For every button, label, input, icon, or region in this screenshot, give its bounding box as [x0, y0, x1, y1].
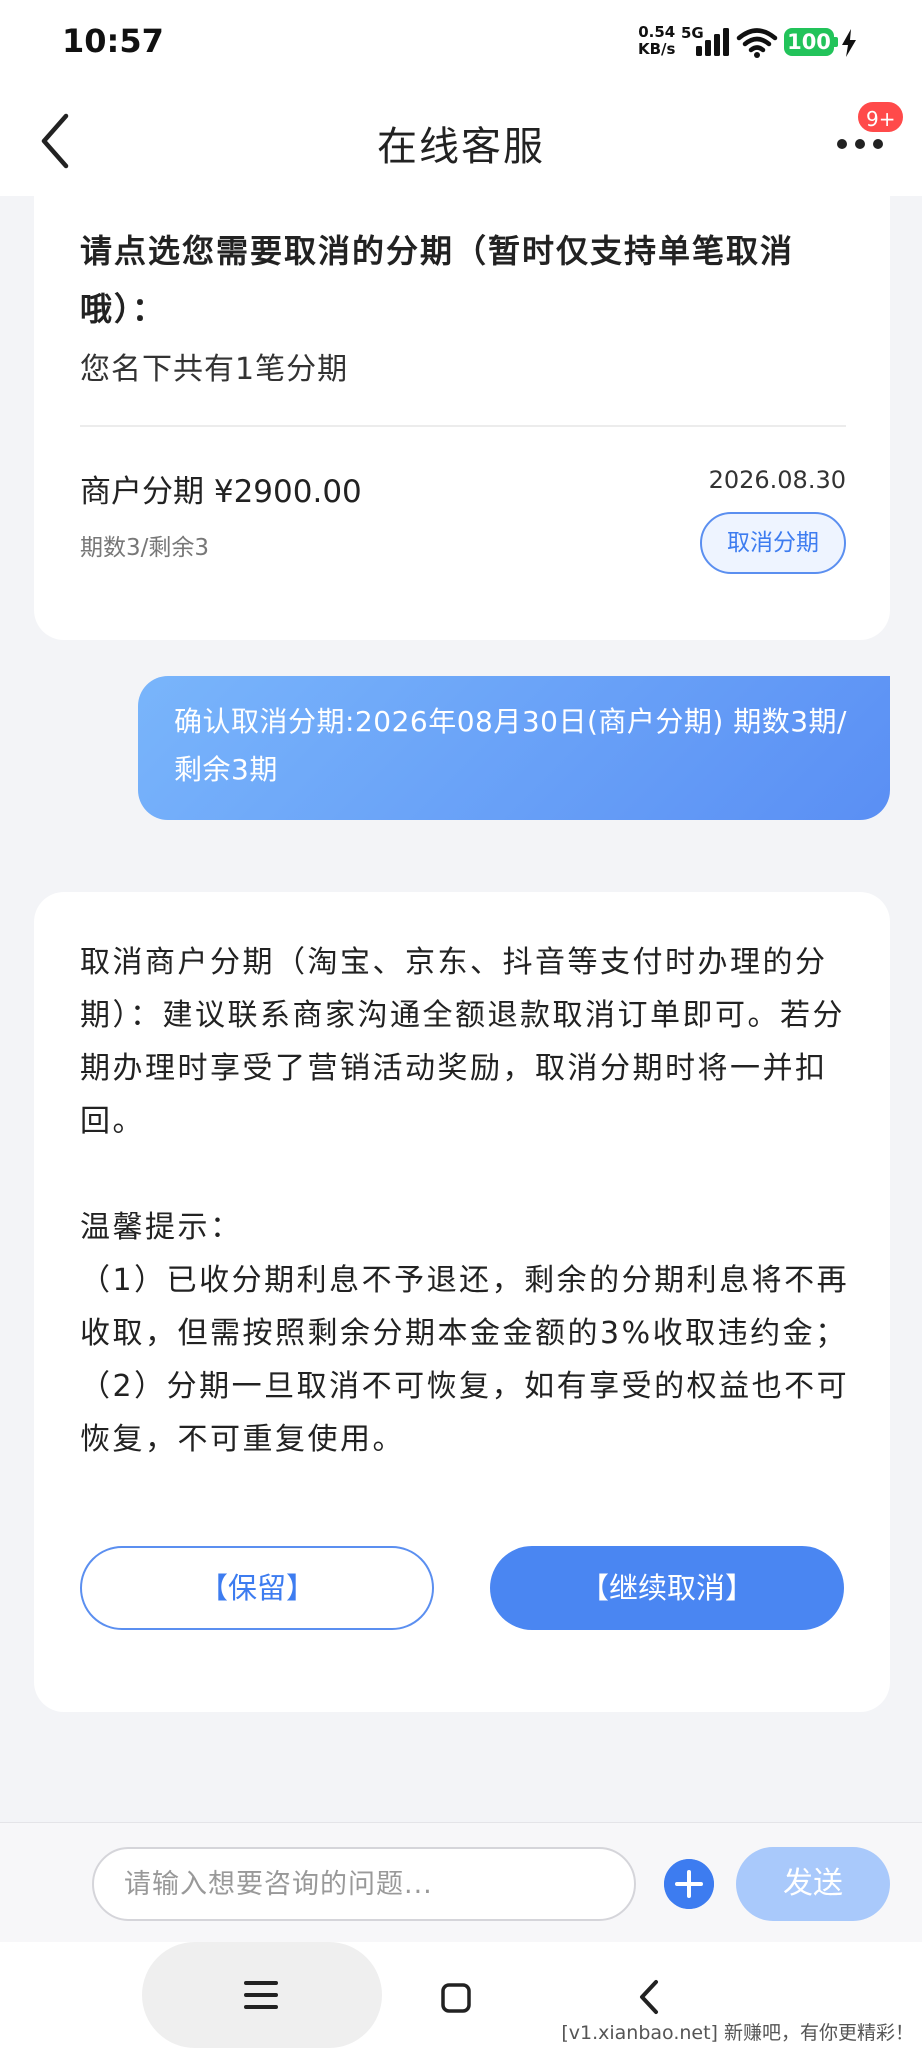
installment-name: 商户分期 ¥2900.00: [80, 474, 362, 510]
info-paragraph: 取消商户分期（淘宝、京东、抖音等支付时办理的分期）：建议联系商家沟通全额退款取消…: [80, 945, 845, 1139]
info-card: 取消商户分期（淘宝、京东、抖音等支付时办理的分期）：建议联系商家沟通全额退款取消…: [34, 892, 890, 1712]
user-message-bubble: 确认取消分期:2026年08月30日(商户分期) 期数3期/剩余3期: [138, 676, 890, 820]
wifi-icon: [736, 28, 778, 58]
system-menu-button[interactable]: [142, 1942, 382, 2048]
status-time: 10:57: [62, 22, 164, 60]
home-square-icon[interactable]: [440, 1982, 472, 2014]
tips-title: 温馨提示：: [80, 1210, 243, 1245]
installment-card: 请点选您需要取消的分期（暂时仅支持单笔取消哦）： 您名下共有1笔分期 商户分期 …: [34, 170, 890, 640]
menu-lines-icon: [244, 1981, 278, 2009]
battery-icon: 100: [784, 28, 834, 56]
notification-badge: 9+: [856, 100, 906, 134]
charging-bolt-icon: [842, 29, 856, 57]
net-speed: 0.54 KB/s: [638, 24, 675, 58]
installment-count: 期数3/剩余3: [80, 535, 210, 561]
watermark: [v1.xianbao.net] 新赚吧，有你更精彩！: [561, 2018, 914, 2045]
system-nav-bar: [v1.xianbao.net] 新赚吧，有你更精彩！: [0, 1942, 922, 2048]
signal-icon: [696, 28, 729, 56]
page-title: 在线客服: [377, 124, 545, 170]
info-card-body: 取消商户分期（淘宝、京东、抖音等支付时办理的分期）：建议联系商家沟通全额退款取消…: [80, 936, 860, 1466]
chat-input[interactable]: [92, 1847, 636, 1921]
tip-1: （1）已收分期利息不予退还，剩余的分期利息将不再收取，但需按照剩余分期本金金额的…: [80, 1263, 850, 1351]
installment-date: 2026.08.30: [708, 466, 846, 494]
continue-cancel-button[interactable]: 【继续取消】: [490, 1546, 844, 1630]
keep-button[interactable]: 【保留】: [80, 1546, 434, 1630]
net-speed-value: 0.54: [638, 23, 676, 41]
divider: [80, 425, 846, 427]
net-speed-unit: KB/s: [638, 40, 676, 58]
cancel-installment-button[interactable]: 取消分期: [700, 512, 846, 574]
more-dots-icon[interactable]: [832, 134, 888, 154]
input-bar: 发送: [0, 1822, 922, 1942]
send-button[interactable]: 发送: [736, 1847, 890, 1921]
installment-card-title: 请点选您需要取消的分期（暂时仅支持单笔取消哦）：: [80, 232, 795, 328]
system-back-icon[interactable]: [636, 1978, 662, 2016]
battery-cap: [834, 37, 838, 47]
plus-icon[interactable]: [664, 1859, 714, 1909]
status-bar: 10:57 0.54 KB/s 5G 100: [0, 0, 922, 86]
tip-2: （2）分期一旦取消不可恢复，如有享受的权益也不可恢复，不可重复使用。: [80, 1369, 850, 1457]
installment-card-subtitle: 您名下共有1笔分期: [80, 352, 349, 387]
